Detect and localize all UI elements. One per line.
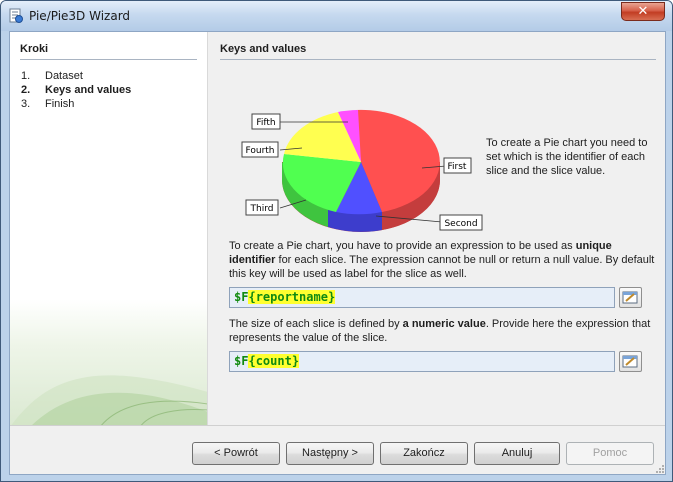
next-button[interactable]: Następny >: [286, 442, 374, 465]
steps-panel: Kroki 1. Dataset 2. Keys and values 3. Fini…: [10, 32, 208, 425]
step-number: 2.: [21, 84, 31, 96]
resize-grip-icon[interactable]: [655, 464, 665, 474]
svg-text:Second: Second: [444, 219, 477, 229]
step-item-keys-and-values: 2. Keys and values: [21, 84, 131, 96]
svg-text:Fifth: Fifth: [256, 118, 275, 128]
chart-explanation-text: To create a Pie chart you need to set wh…: [486, 137, 648, 177]
wizard-window: Pie/Pie3D Wizard ✕ Kroki 1. Dataset 2. Key…: [0, 0, 673, 482]
step-number: 3.: [21, 98, 31, 110]
button-bar-divider: [10, 425, 665, 426]
step-item-finish: 3. Finish: [21, 98, 74, 110]
window-title: Pie/Pie3D Wizard: [29, 9, 131, 23]
svg-text:Third: Third: [250, 204, 274, 214]
page-title: Keys and values: [220, 43, 307, 55]
step-label: Dataset: [45, 70, 83, 82]
decorative-leaves-image: [11, 375, 207, 425]
wizard-app-icon: [9, 8, 23, 23]
pie-chart-illustration: Fifth Fourth Third First Second: [241, 109, 483, 232]
back-button[interactable]: < Powrót: [192, 442, 280, 465]
pie-label-third: Third: [245, 199, 279, 216]
steps-divider: [20, 59, 197, 60]
value-expression-editor-button[interactable]: [619, 351, 642, 372]
close-button[interactable]: ✕: [621, 2, 665, 21]
pie-label-fourth: Fourth: [241, 141, 279, 158]
key-expression-field[interactable]: $F{reportname}: [229, 287, 615, 308]
value-description: The size of each slice is defined by a n…: [229, 318, 651, 344]
expression-editor-icon: [622, 355, 638, 368]
key-description: To create a Pie chart, you have to provi…: [229, 240, 655, 280]
svg-text:First: First: [448, 162, 467, 172]
pie-label-fifth: Fifth: [251, 113, 281, 130]
pie-label-second: Second: [439, 214, 483, 231]
title-divider: [220, 59, 656, 60]
help-button: Pomoc: [566, 442, 654, 465]
pie-label-first: First: [443, 157, 472, 174]
step-number: 1.: [21, 70, 31, 82]
steps-title: Kroki: [20, 43, 49, 55]
expression-editor-icon: [622, 291, 638, 304]
finish-button[interactable]: Zakończ: [380, 442, 468, 465]
wizard-body: Kroki 1. Dataset 2. Keys and values 3. Fini…: [9, 31, 666, 475]
step-label: Keys and values: [45, 84, 132, 96]
cancel-button[interactable]: Anuluj: [474, 442, 560, 465]
title-bar[interactable]: Pie/Pie3D Wizard ✕: [1, 1, 672, 31]
step-item-dataset: 1. Dataset: [21, 70, 83, 82]
svg-text:Fourth: Fourth: [246, 146, 275, 156]
value-expression-field[interactable]: $F{count}: [229, 351, 615, 372]
key-expression-editor-button[interactable]: [619, 287, 642, 308]
step-label: Finish: [45, 98, 75, 110]
